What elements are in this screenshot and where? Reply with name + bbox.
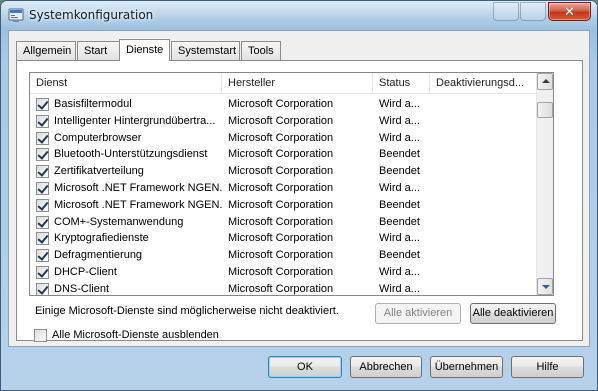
service-name: COM+-Systemanwendung <box>54 215 184 228</box>
service-status: Wird a... <box>379 266 420 278</box>
close-icon: ✕ <box>564 4 575 19</box>
tab-allgemein[interactable]: Allgemein <box>16 41 76 60</box>
table-row[interactable]: Microsoft .NET Framework NGEN... Microsof… <box>30 197 537 214</box>
service-checkbox[interactable] <box>36 98 49 111</box>
table-row[interactable]: Intelligenter Hintergrundübertra... Micro… <box>30 113 537 130</box>
service-name: DHCP-Client <box>54 266 117 278</box>
column-header-status[interactable]: Status <box>373 73 430 94</box>
service-vendor: Microsoft Corporation <box>228 114 334 127</box>
service-status: Beendet <box>379 148 420 161</box>
service-status: Wird a... <box>379 114 420 127</box>
close-button[interactable]: ✕ <box>548 2 591 21</box>
table-row[interactable]: Bluetooth-Unterstützungsdienst Microsoft … <box>30 146 537 163</box>
apply-button[interactable]: Übernehmen <box>430 356 503 378</box>
table-row[interactable]: Computerbrowser Microsoft Corporation Wird… <box>30 130 537 147</box>
service-vendor: Microsoft Corporation <box>228 249 334 262</box>
service-vendor: Microsoft Corporation <box>228 165 334 178</box>
service-vendor: Microsoft Corporation <box>228 98 334 110</box>
hide-ms-services-label[interactable]: Alle Microsoft-Dienste ausblenden <box>52 329 219 341</box>
tab-dienste[interactable]: Dienste <box>119 39 170 61</box>
service-vendor: Microsoft Corporation <box>228 282 334 295</box>
column-header-deaktivierungsdatum[interactable]: Deaktivierungsd... <box>430 73 537 94</box>
service-checkbox[interactable] <box>36 165 49 179</box>
service-vendor: Microsoft Corporation <box>228 198 334 211</box>
service-checkbox[interactable] <box>36 114 49 128</box>
service-checkbox[interactable] <box>36 249 49 263</box>
table-row[interactable]: Defragmentierung Microsoft Corporation Bee… <box>30 247 537 264</box>
service-checkbox[interactable] <box>36 131 49 145</box>
cancel-button[interactable]: Abbrechen <box>350 356 422 378</box>
service-name: Intelligenter Hintergrundübertra... <box>54 114 216 127</box>
service-checkbox[interactable] <box>36 232 49 246</box>
tab-tools[interactable]: Tools <box>241 41 281 60</box>
services-tab-panel: Dienst Hersteller Status Deaktivierungsd… <box>16 60 583 342</box>
ok-button[interactable]: OK <box>268 356 342 378</box>
table-row[interactable]: Kryptografiedienste Microsoft Corporation… <box>30 230 537 247</box>
maximize-button[interactable] <box>520 2 546 21</box>
service-vendor: Microsoft Corporation <box>228 148 334 161</box>
disable-all-button[interactable]: Alle deaktivieren <box>470 303 556 324</box>
table-row[interactable]: Zertifikatverteilung Microsoft Corporatio… <box>30 163 537 180</box>
service-status: Beendet <box>379 249 420 262</box>
service-status: Beendet <box>379 198 420 211</box>
table-row[interactable]: Basisfiltermodul Microsoft Corporation Wir… <box>30 96 537 113</box>
service-vendor: Microsoft Corporation <box>228 232 334 245</box>
scroll-up-button[interactable] <box>537 73 553 90</box>
service-status: Wird a... <box>379 232 420 245</box>
help-button[interactable]: Hilfe <box>511 356 584 378</box>
service-vendor: Microsoft Corporation <box>228 215 334 228</box>
service-status: Wird a... <box>379 282 420 295</box>
list-header: Dienst Hersteller Status Deaktivierungsd… <box>30 73 537 94</box>
hide-ms-services-checkbox[interactable] <box>34 329 47 342</box>
service-checkbox[interactable] <box>36 182 49 195</box>
service-vendor: Microsoft Corporation <box>228 266 334 278</box>
service-status: Wird a... <box>379 182 420 194</box>
service-name: Zertifikatverteilung <box>54 165 144 178</box>
service-name: Basisfiltermodul <box>54 98 132 110</box>
msconfig-icon <box>8 8 24 22</box>
table-row[interactable]: Microsoft .NET Framework NGEN... Microsof… <box>30 180 537 197</box>
chevron-down-icon <box>542 285 550 289</box>
service-checkbox[interactable] <box>36 198 49 212</box>
scroll-down-button[interactable] <box>537 278 553 295</box>
service-name: Computerbrowser <box>54 131 142 144</box>
enable-all-button[interactable]: Alle aktivieren <box>375 303 461 324</box>
column-header-hersteller[interactable]: Hersteller <box>222 73 373 94</box>
table-row[interactable]: DNS-Client Microsoft Corporation Wird a... <box>30 281 537 295</box>
info-note: Einige Microsoft-Dienste sind möglicherw… <box>35 305 339 317</box>
service-checkbox[interactable] <box>36 266 49 279</box>
chevron-up-icon <box>542 79 550 83</box>
scroll-thumb[interactable] <box>537 102 553 118</box>
table-row[interactable]: COM+-Systemanwendung Microsoft Corporatio… <box>30 214 537 231</box>
service-status: Beendet <box>379 215 420 228</box>
service-name: Microsoft .NET Framework NGEN... <box>54 182 222 194</box>
service-checkbox[interactable] <box>36 215 49 229</box>
service-status: Wird a... <box>379 131 420 144</box>
service-name: Bluetooth-Unterstützungsdienst <box>54 148 208 161</box>
service-name: Defragmentierung <box>54 249 143 262</box>
tab-start[interactable]: Start <box>77 41 120 60</box>
service-status: Wird a... <box>379 98 420 110</box>
window-title: Systemkonfiguration <box>29 8 154 22</box>
service-name: DNS-Client <box>54 282 110 295</box>
services-list[interactable]: Dienst Hersteller Status Deaktivierungsd… <box>29 72 554 296</box>
service-name: Microsoft .NET Framework NGEN... <box>54 198 222 211</box>
service-name: Kryptografiedienste <box>54 232 149 245</box>
service-vendor: Microsoft Corporation <box>228 131 334 144</box>
column-header-dienst[interactable]: Dienst <box>30 73 222 94</box>
service-vendor: Microsoft Corporation <box>228 182 334 194</box>
minimize-button[interactable] <box>493 2 519 21</box>
list-scrollbar[interactable] <box>536 73 553 295</box>
table-row[interactable]: DHCP-Client Microsoft Corporation Wird a..… <box>30 264 537 281</box>
service-checkbox[interactable] <box>36 282 49 295</box>
service-status: Beendet <box>379 165 420 178</box>
dialog-content: Allgemein Start Dienste Systemstart Tool… <box>8 30 590 347</box>
title-bar[interactable]: Systemkonfiguration ✕ <box>1 1 597 31</box>
service-checkbox[interactable] <box>36 148 49 162</box>
system-configuration-window: Systemkonfiguration ✕ Allgemein Start Di… <box>0 0 598 391</box>
tab-systemstart[interactable]: Systemstart <box>171 41 240 60</box>
